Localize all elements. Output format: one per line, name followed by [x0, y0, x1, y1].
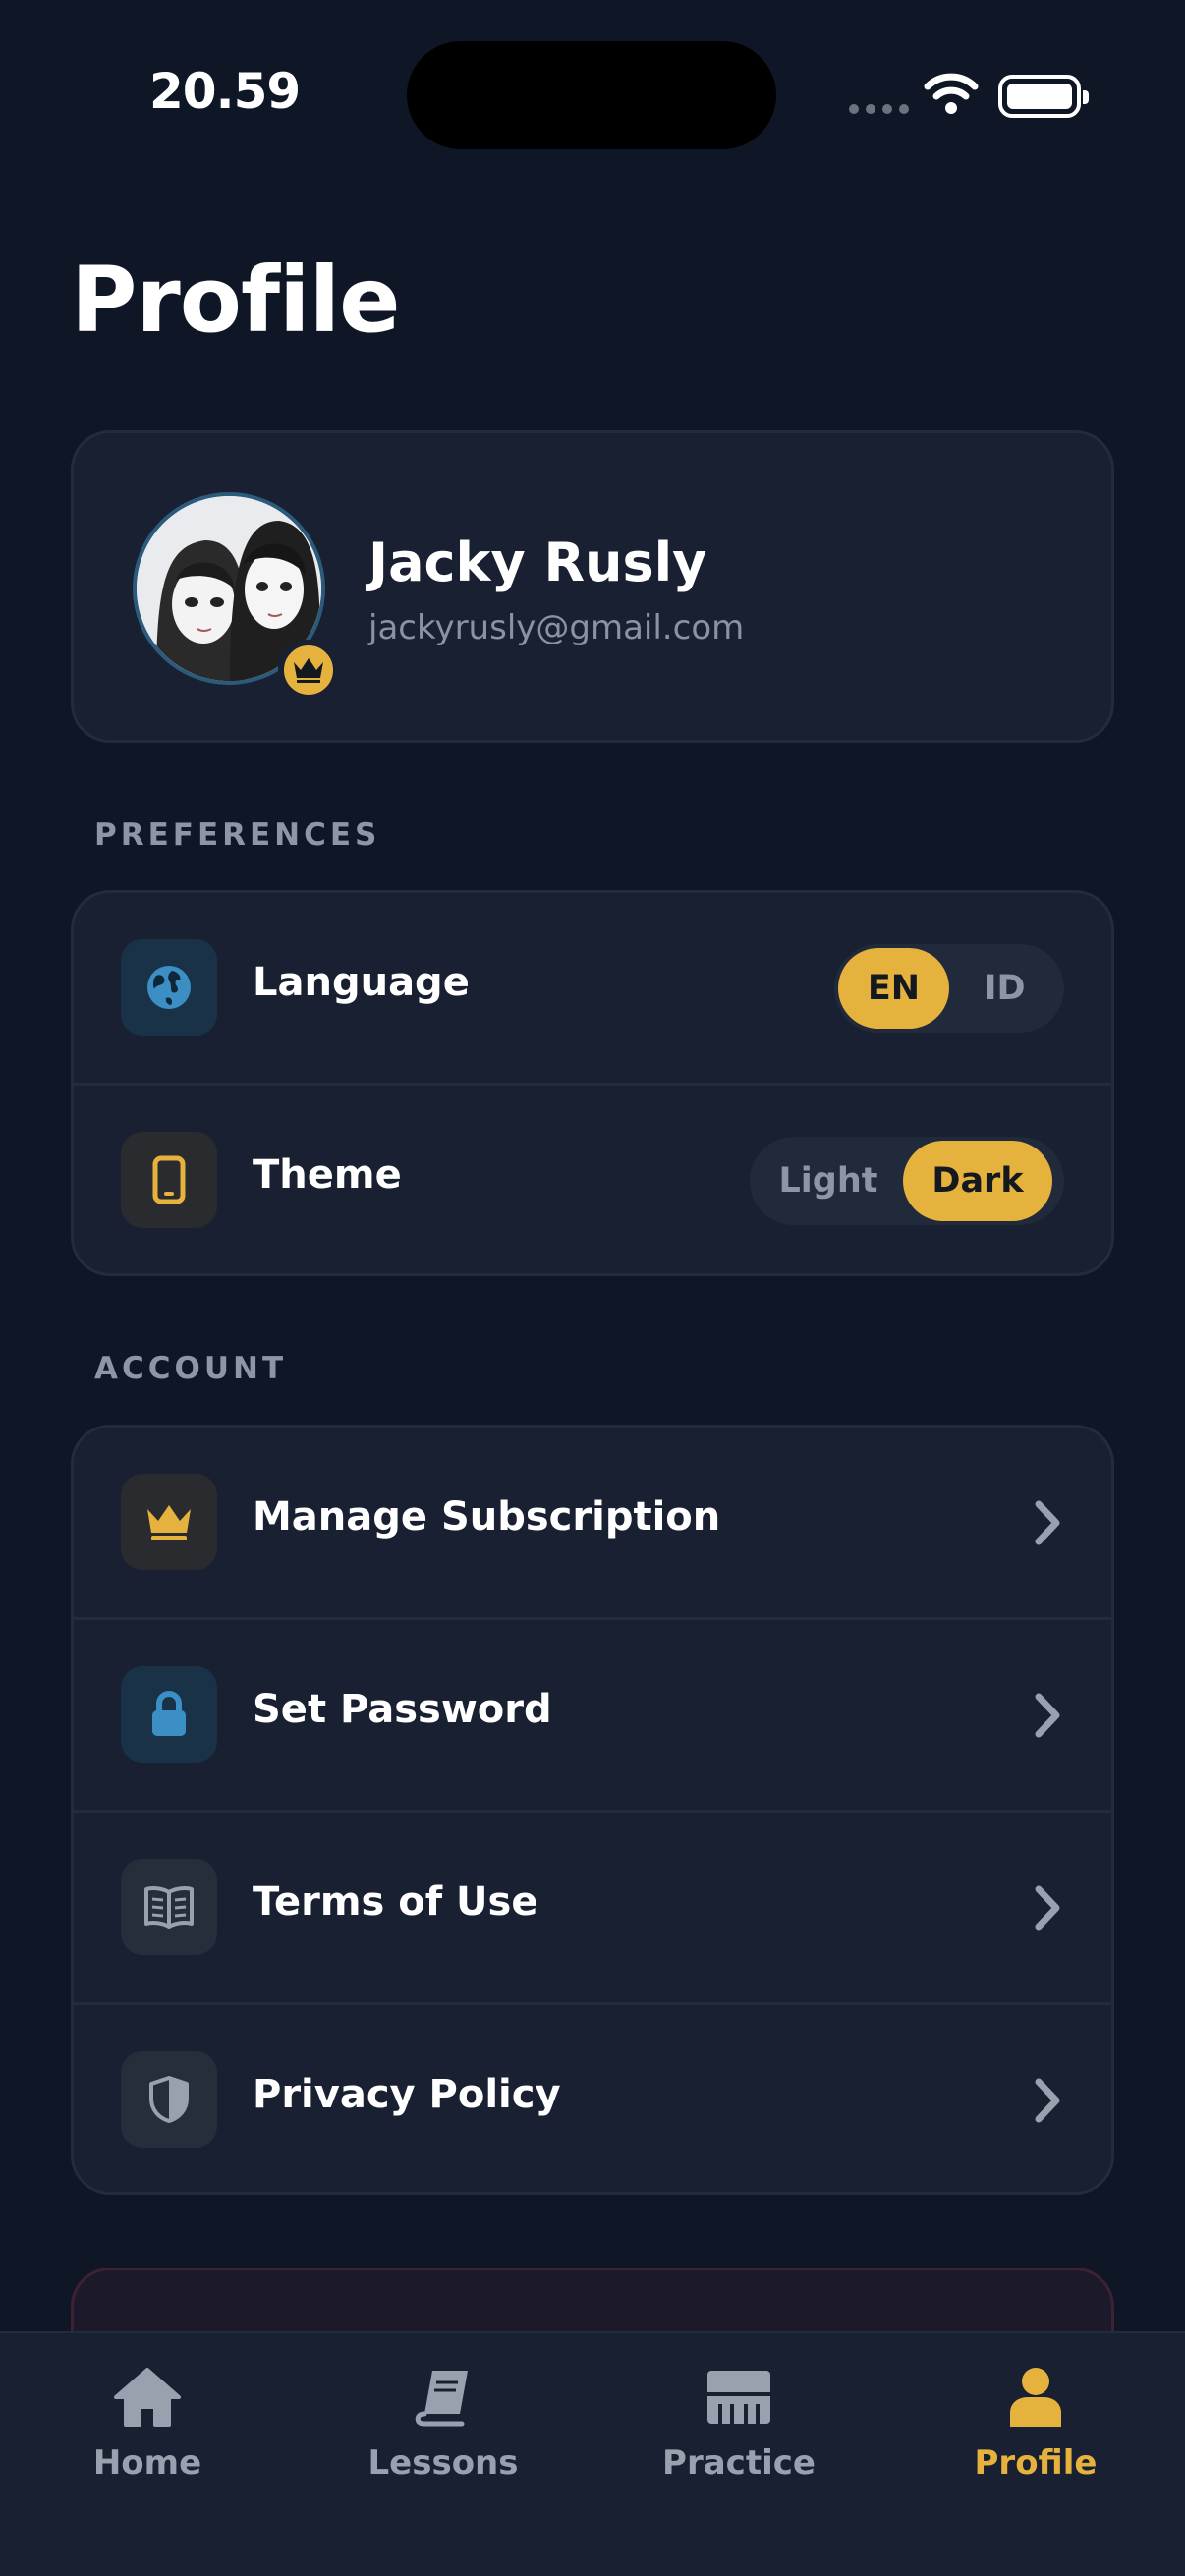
- crown-icon-box: [121, 1474, 217, 1570]
- language-toggle[interactable]: EN ID: [834, 944, 1064, 1033]
- user-email: jackyrusly@gmail.com: [368, 608, 745, 647]
- dynamic-island: [407, 41, 776, 149]
- battery-icon: [998, 75, 1089, 118]
- piano-icon: [707, 2371, 770, 2424]
- tab-practice[interactable]: Practice: [621, 2363, 857, 2483]
- language-option-en[interactable]: EN: [838, 948, 949, 1029]
- avatar-container[interactable]: [133, 492, 339, 700]
- theme-option-light[interactable]: Light: [754, 1141, 903, 1221]
- privacy-policy-label: Privacy Policy: [253, 2072, 561, 2117]
- page-title: Profile: [71, 248, 400, 353]
- chevron-right-icon: [1035, 1500, 1060, 1545]
- tab-practice-label: Practice: [662, 2443, 816, 2483]
- person-icon: [1010, 2368, 1061, 2427]
- wifi-icon: [924, 73, 979, 114]
- tab-home-label: Home: [92, 2443, 202, 2483]
- bottom-tab-bar: Home Lessons Practice Profile: [0, 2331, 1185, 2576]
- tab-profile-label: Profile: [974, 2443, 1098, 2483]
- set-password-label: Set Password: [253, 1687, 552, 1732]
- globe-icon: [147, 966, 191, 1009]
- theme-toggle[interactable]: Light Dark: [750, 1137, 1064, 1225]
- book-open-icon-box: [121, 1859, 217, 1955]
- globe-icon-box: [121, 939, 217, 1036]
- lock-icon-box: [121, 1666, 217, 1763]
- preferences-section-label: PREFERENCES: [94, 817, 381, 853]
- terms-of-use-row[interactable]: Terms of Use: [74, 1813, 1111, 2004]
- tab-home[interactable]: Home: [29, 2363, 265, 2483]
- cellular-signal-icon: [849, 104, 909, 114]
- crown-icon: [147, 1505, 191, 1540]
- status-time: 20.59: [149, 63, 301, 120]
- profile-card[interactable]: Jacky Rusly jackyrusly@gmail.com: [71, 430, 1114, 743]
- manage-subscription-label: Manage Subscription: [253, 1494, 721, 1540]
- user-name: Jacky Rusly: [368, 532, 707, 593]
- tab-lessons-label: Lessons: [367, 2443, 519, 2483]
- theme-label: Theme: [253, 1152, 402, 1198]
- preferences-card: Language EN ID Theme Light Dark: [71, 890, 1114, 1276]
- crown-icon: [294, 658, 323, 683]
- phone-icon-box: [121, 1132, 217, 1228]
- chevron-right-icon: [1035, 1885, 1060, 1931]
- book-icon: [415, 2371, 468, 2427]
- theme-row: Theme Light Dark: [74, 1086, 1111, 1277]
- book-open-icon: [144, 1886, 194, 1929]
- manage-subscription-row[interactable]: Manage Subscription: [74, 1428, 1111, 1619]
- status-bar: 20.59: [0, 0, 1185, 196]
- language-option-id[interactable]: ID: [949, 948, 1060, 1029]
- language-label: Language: [253, 960, 470, 1005]
- tab-lessons[interactable]: Lessons: [325, 2363, 561, 2483]
- account-card: Manage Subscription Set Password Terms o…: [71, 1425, 1114, 2195]
- language-row: Language EN ID: [74, 893, 1111, 1085]
- chevron-right-icon: [1035, 2078, 1060, 2123]
- chevron-right-icon: [1035, 1693, 1060, 1738]
- tab-profile[interactable]: Profile: [918, 2363, 1154, 2483]
- home-icon: [114, 2368, 181, 2427]
- theme-option-dark[interactable]: Dark: [903, 1141, 1052, 1221]
- shield-icon-box: [121, 2051, 217, 2148]
- set-password-row[interactable]: Set Password: [74, 1620, 1111, 1812]
- privacy-policy-row[interactable]: Privacy Policy: [74, 2005, 1111, 2197]
- shield-icon: [149, 2076, 189, 2123]
- terms-of-use-label: Terms of Use: [253, 1879, 538, 1925]
- phone-icon: [152, 1155, 186, 1204]
- account-section-label: ACCOUNT: [94, 1351, 288, 1386]
- lock-icon: [152, 1691, 186, 1736]
- premium-crown-badge: [278, 640, 339, 700]
